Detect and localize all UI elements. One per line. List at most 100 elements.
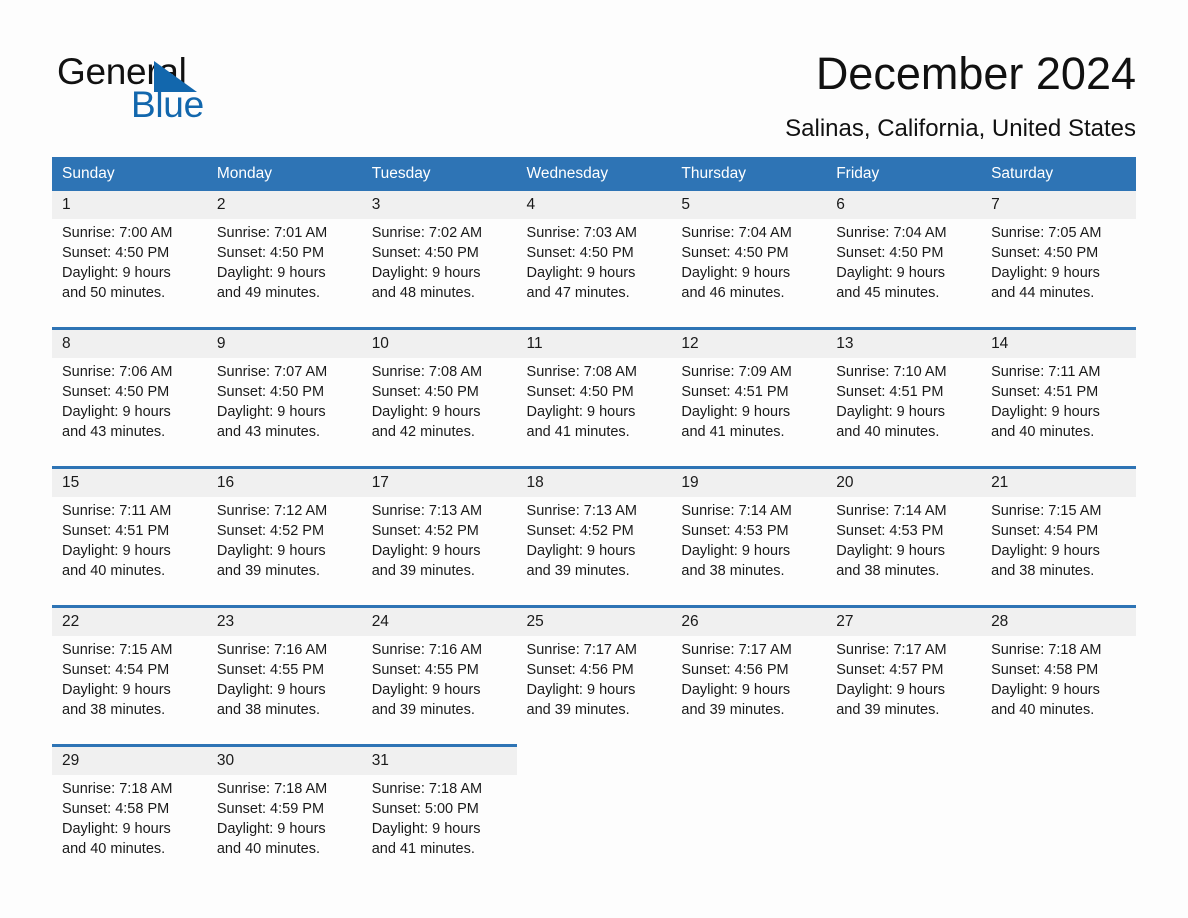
daylight-text-line2: and 39 minutes. xyxy=(371,563,475,579)
day-number[interactable]: 4 xyxy=(516,191,672,219)
day-number[interactable]: 13 xyxy=(826,327,982,358)
day-number[interactable]: 30 xyxy=(206,744,362,775)
day-number[interactable]: 25 xyxy=(516,605,672,636)
day-cell[interactable]: Sunrise: 7:08 AM Sunset: 4:50 PM Dayligh… xyxy=(516,358,672,468)
day-cell[interactable]: Sunrise: 7:04 AM Sunset: 4:50 PM Dayligh… xyxy=(826,219,982,329)
day-number[interactable]: 9 xyxy=(206,327,362,358)
sunset-text: Sunset: 4:50 PM xyxy=(216,384,325,400)
daylight-text-line1: Daylight: 9 hours xyxy=(991,543,1100,559)
day-number[interactable]: 2 xyxy=(206,191,362,219)
day-cell[interactable]: Sunrise: 7:13 AM Sunset: 4:52 PM Dayligh… xyxy=(361,497,517,607)
daylight-text-line2: and 38 minutes. xyxy=(681,563,785,579)
day-cell[interactable]: Sunrise: 7:17 AM Sunset: 4:57 PM Dayligh… xyxy=(826,636,982,746)
daylight-text-line2: and 38 minutes. xyxy=(991,563,1095,579)
day-cell[interactable]: Sunrise: 7:01 AM Sunset: 4:50 PM Dayligh… xyxy=(206,219,362,329)
calendar-header-row: Sunday Monday Tuesday Wednesday Thursday… xyxy=(52,157,1136,191)
day-cell[interactable]: Sunrise: 7:04 AM Sunset: 4:50 PM Dayligh… xyxy=(671,219,827,329)
weekday-header-tuesday: Tuesday xyxy=(361,157,517,191)
day-number[interactable]: 11 xyxy=(516,327,672,358)
sunrise-text: Sunrise: 7:09 AM xyxy=(681,364,792,380)
day-number[interactable]: 12 xyxy=(671,327,827,358)
sunset-text: Sunset: 4:50 PM xyxy=(836,245,944,261)
day-number[interactable]: 14 xyxy=(981,327,1136,358)
day-cell[interactable]: Sunrise: 7:16 AM Sunset: 4:55 PM Dayligh… xyxy=(361,636,517,746)
weekday-header-saturday: Saturday xyxy=(981,157,1136,191)
day-number[interactable]: 19 xyxy=(671,466,827,497)
sunrise-text: Sunrise: 7:04 AM xyxy=(836,225,947,241)
day-cell[interactable]: Sunrise: 7:16 AM Sunset: 4:55 PM Dayligh… xyxy=(206,636,362,746)
day-cell[interactable]: Sunrise: 7:07 AM Sunset: 4:50 PM Dayligh… xyxy=(206,358,362,468)
day-cell[interactable]: Sunrise: 7:09 AM Sunset: 4:51 PM Dayligh… xyxy=(671,358,827,468)
daylight-text-line2: and 41 minutes. xyxy=(681,424,785,440)
day-number[interactable]: 10 xyxy=(361,327,517,358)
daylight-text-line2: and 38 minutes. xyxy=(62,702,166,718)
sunset-text: Sunset: 4:50 PM xyxy=(526,384,634,400)
day-number[interactable]: 28 xyxy=(981,605,1136,636)
day-cell[interactable]: Sunrise: 7:14 AM Sunset: 4:53 PM Dayligh… xyxy=(671,497,827,607)
sunrise-text: Sunrise: 7:00 AM xyxy=(62,225,173,241)
day-number[interactable]: 3 xyxy=(361,191,517,219)
sunrise-text: Sunrise: 7:13 AM xyxy=(526,503,637,519)
daylight-text-line2: and 40 minutes. xyxy=(836,424,940,440)
sunrise-text: Sunrise: 7:12 AM xyxy=(216,503,328,519)
day-number[interactable]: 15 xyxy=(52,466,207,497)
daylight-text-line1: Daylight: 9 hours xyxy=(681,265,791,281)
day-number[interactable]: 16 xyxy=(206,466,362,497)
daylight-text-line1: Daylight: 9 hours xyxy=(216,404,326,420)
daylight-text-line2: and 49 minutes. xyxy=(216,285,321,301)
sunrise-text: Sunrise: 7:06 AM xyxy=(62,364,173,380)
day-cell[interactable]: Sunrise: 7:17 AM Sunset: 4:56 PM Dayligh… xyxy=(671,636,827,746)
day-cell[interactable]: Sunrise: 7:10 AM Sunset: 4:51 PM Dayligh… xyxy=(826,358,982,468)
day-cell[interactable]: Sunrise: 7:18 AM Sunset: 4:58 PM Dayligh… xyxy=(981,636,1136,746)
day-number[interactable]: 26 xyxy=(671,605,827,636)
sunset-text: Sunset: 4:53 PM xyxy=(681,523,789,539)
day-number[interactable]: 8 xyxy=(52,327,207,358)
day-cell[interactable]: Sunrise: 7:15 AM Sunset: 4:54 PM Dayligh… xyxy=(52,636,207,746)
day-cell[interactable]: Sunrise: 7:14 AM Sunset: 4:53 PM Dayligh… xyxy=(826,497,982,607)
day-cell[interactable]: Sunrise: 7:15 AM Sunset: 4:54 PM Dayligh… xyxy=(981,497,1136,607)
day-cell[interactable]: Sunrise: 7:18 AM Sunset: 5:00 PM Dayligh… xyxy=(361,775,517,881)
day-number[interactable]: 23 xyxy=(206,605,362,636)
sunset-text: Sunset: 4:57 PM xyxy=(836,662,944,678)
day-cell[interactable]: Sunrise: 7:03 AM Sunset: 4:50 PM Dayligh… xyxy=(516,219,672,329)
daylight-text-line1: Daylight: 9 hours xyxy=(991,265,1100,281)
day-cell[interactable]: Sunrise: 7:18 AM Sunset: 4:58 PM Dayligh… xyxy=(52,775,207,881)
daylight-text-line2: and 40 minutes. xyxy=(62,563,166,579)
day-number[interactable]: 20 xyxy=(826,466,982,497)
sunrise-text: Sunrise: 7:15 AM xyxy=(991,503,1102,519)
calendar-page: General Blue December 2024 Salinas, Cali… xyxy=(0,0,1188,918)
day-cell[interactable]: Sunrise: 7:11 AM Sunset: 4:51 PM Dayligh… xyxy=(981,358,1136,468)
day-number[interactable]: 27 xyxy=(826,605,982,636)
day-number[interactable]: 29 xyxy=(52,744,207,775)
day-number[interactable]: 5 xyxy=(671,191,827,219)
day-number[interactable]: 17 xyxy=(361,466,517,497)
daylight-text-line1: Daylight: 9 hours xyxy=(216,543,326,559)
day-number[interactable]: 31 xyxy=(361,744,517,775)
day-number[interactable]: 24 xyxy=(361,605,517,636)
day-number[interactable]: 22 xyxy=(52,605,207,636)
day-cell[interactable]: Sunrise: 7:12 AM Sunset: 4:52 PM Dayligh… xyxy=(206,497,362,607)
day-cell[interactable]: Sunrise: 7:05 AM Sunset: 4:50 PM Dayligh… xyxy=(981,219,1136,329)
day-number[interactable]: 21 xyxy=(981,466,1136,497)
week-daynum-row: 8 9 10 11 12 13 14 xyxy=(52,327,1136,358)
day-number[interactable]: 18 xyxy=(516,466,672,497)
daylight-text-line2: and 47 minutes. xyxy=(526,285,630,301)
day-cell[interactable]: Sunrise: 7:17 AM Sunset: 4:56 PM Dayligh… xyxy=(516,636,672,746)
day-number[interactable]: 1 xyxy=(52,191,207,219)
sunrise-text: Sunrise: 7:14 AM xyxy=(836,503,947,519)
day-cell[interactable]: Sunrise: 7:00 AM Sunset: 4:50 PM Dayligh… xyxy=(52,219,207,329)
sunset-text: Sunset: 4:52 PM xyxy=(216,523,325,539)
sunrise-text: Sunrise: 7:18 AM xyxy=(371,781,483,797)
day-cell[interactable]: Sunrise: 7:13 AM Sunset: 4:52 PM Dayligh… xyxy=(516,497,672,607)
day-cell[interactable]: Sunrise: 7:11 AM Sunset: 4:51 PM Dayligh… xyxy=(52,497,207,607)
daylight-text-line1: Daylight: 9 hours xyxy=(371,265,481,281)
general-blue-logo[interactable]: General Blue xyxy=(57,52,297,125)
daylight-text-line1: Daylight: 9 hours xyxy=(62,265,171,281)
day-cell[interactable]: Sunrise: 7:18 AM Sunset: 4:59 PM Dayligh… xyxy=(206,775,362,881)
day-number[interactable]: 7 xyxy=(981,191,1136,219)
day-number[interactable]: 6 xyxy=(826,191,982,219)
day-cell[interactable]: Sunrise: 7:08 AM Sunset: 4:50 PM Dayligh… xyxy=(361,358,517,468)
day-cell[interactable]: Sunrise: 7:02 AM Sunset: 4:50 PM Dayligh… xyxy=(361,219,517,329)
daylight-text-line2: and 42 minutes. xyxy=(371,424,475,440)
day-cell[interactable]: Sunrise: 7:06 AM Sunset: 4:50 PM Dayligh… xyxy=(52,358,207,468)
